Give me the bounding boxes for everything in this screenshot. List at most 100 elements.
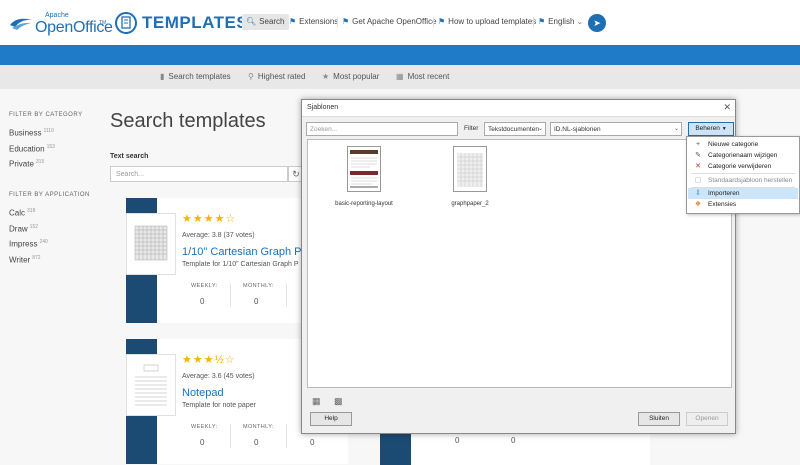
- filter-application-heading: FILTER BY APPLICATION: [9, 191, 90, 198]
- menu-item-delete-category[interactable]: ✕ Categorie verwijderen: [688, 161, 798, 172]
- logo-tm: TM: [99, 20, 107, 26]
- filter-app-draw[interactable]: Draw 152: [9, 224, 99, 234]
- puzzle-icon: ⚑: [289, 17, 297, 26]
- templates-logo-icon: [115, 12, 137, 34]
- filter-app-impress[interactable]: Impress 240: [9, 239, 99, 249]
- template-tile-basic-reporting-layout[interactable]: basic-reporting-layout: [329, 146, 399, 207]
- weekly-label: WEEKLY:: [191, 424, 218, 430]
- nav-divider: [433, 17, 434, 27]
- manage-button[interactable]: Beheren ▼: [688, 122, 734, 136]
- monthly-value: 0: [254, 297, 259, 306]
- filter-sidebar: FILTER BY CATEGORY Business 1110 Educatio…: [9, 112, 99, 271]
- subnav-most-popular[interactable]: ★ Most popular: [322, 72, 379, 81]
- flag-icon: ⚑: [538, 17, 546, 26]
- reset-icon: ▢: [694, 177, 702, 184]
- monthly-label: MONTHLY:: [243, 424, 274, 430]
- menu-item-reset-default[interactable]: ▢ Standaardsjabloon herstellen: [688, 175, 798, 186]
- extensions-icon: ❖: [694, 201, 702, 208]
- rating-average: Average: 3.6 (45 votes): [182, 373, 255, 380]
- dialog-titlebar: Sjablonen ✕: [302, 100, 735, 117]
- stat-divider: [286, 424, 287, 448]
- stat-divider: [230, 424, 231, 448]
- import-icon: ⇩: [695, 190, 701, 197]
- login-icon[interactable]: ➤: [588, 14, 606, 32]
- menu-item-extensions[interactable]: ❖ Extensies: [688, 199, 798, 210]
- monthly-value: 0: [254, 438, 259, 447]
- page-title: Search templates: [110, 110, 266, 132]
- subnav-highest-rated[interactable]: ⚲ Highest rated: [248, 72, 305, 81]
- filter-select[interactable]: Tekstdocumenten ⌄: [484, 122, 546, 136]
- filter-category-education[interactable]: Education 153: [9, 144, 99, 154]
- logo-apache-text: Apache: [45, 12, 69, 19]
- template-tile-graphpaper[interactable]: graphpaper_2: [435, 146, 505, 207]
- stat-value: 0: [310, 438, 315, 447]
- plus-icon: +: [695, 141, 701, 148]
- monthly-label: MONTHLY:: [243, 283, 274, 289]
- delete-icon: ✕: [695, 163, 701, 170]
- filter-label: Filter: [464, 125, 479, 132]
- template-description: Template for 1/10" Cartesian Graph P: [182, 261, 299, 268]
- puzzle-icon: ⚑: [438, 17, 446, 26]
- site-title[interactable]: TEMPLATES: [142, 13, 248, 33]
- weekly-value: 0: [200, 438, 205, 447]
- filter-category-private[interactable]: Private 315: [9, 159, 99, 169]
- document-icon: ▮: [160, 72, 165, 81]
- stat-value: 0: [511, 436, 516, 445]
- thumbnail-view-icon[interactable]: ▦: [312, 396, 321, 407]
- nav-divider: [337, 17, 338, 27]
- search-input[interactable]: Search...: [110, 166, 288, 182]
- nav-divider: [533, 17, 534, 27]
- menu-item-new-category[interactable]: + Nieuwe categorie: [688, 139, 798, 150]
- template-list[interactable]: basic-reporting-layout graphpaper_2: [307, 139, 732, 388]
- nav-search[interactable]: 🔍︎ Search: [242, 14, 289, 30]
- dialog-title: Sjablonen: [307, 104, 339, 111]
- menu-separator: [691, 173, 795, 174]
- chevron-down-icon: ⌄: [576, 17, 584, 26]
- text-search-label: Text search: [110, 153, 149, 160]
- chevron-down-icon: ⌄: [537, 126, 543, 132]
- filter-app-calc[interactable]: Calc 318: [9, 208, 99, 218]
- caret-down-icon: ▼: [721, 126, 727, 132]
- nav-extensions[interactable]: ⚑ Extensions: [289, 14, 338, 30]
- subnav-search-templates[interactable]: ▮ Search templates: [160, 72, 231, 81]
- template-name-link[interactable]: Notepad: [182, 387, 224, 399]
- rating-average: Average: 3.8 (37 votes): [182, 232, 255, 239]
- nav-divider: [284, 17, 285, 27]
- top-bar: Apache OpenOffice TM TEMPLATES 🔍︎ Search …: [0, 0, 800, 45]
- template-preview: [453, 146, 487, 192]
- template-thumbnail[interactable]: [126, 354, 176, 416]
- menu-item-import[interactable]: ⇩ Importeren: [688, 188, 798, 199]
- weekly-value: 0: [200, 297, 205, 306]
- sub-navigation: ▮ Search templates ⚲ Highest rated ★ Most p…: [0, 65, 800, 89]
- list-view-icon[interactable]: ▩: [334, 396, 343, 407]
- template-tile-label: graphpaper_2: [451, 201, 489, 207]
- star-icon: ★: [322, 72, 330, 81]
- manage-menu: + Nieuwe categorie ✎ Categorienaam wijzige…: [686, 136, 800, 214]
- template-thumbnail[interactable]: [126, 213, 176, 275]
- help-button[interactable]: Help: [310, 412, 352, 426]
- category-select[interactable]: ID.NL-sjablonen ⌄: [550, 122, 682, 136]
- nav-language-select[interactable]: ⚑ English ⌄: [538, 14, 583, 30]
- close-button[interactable]: Sluiten: [638, 412, 680, 426]
- weekly-label: WEEKLY:: [191, 283, 218, 289]
- nav-how-to-upload[interactable]: ⚑ How to upload templates: [438, 14, 536, 30]
- openoffice-logo[interactable]: Apache OpenOffice TM: [9, 9, 113, 37]
- template-search-input[interactable]: Zoeken...: [306, 122, 458, 136]
- subnav-most-recent[interactable]: ▦ Most recent: [396, 72, 449, 81]
- close-icon[interactable]: ✕: [723, 102, 731, 113]
- openoffice-gull-icon: [10, 18, 32, 30]
- templates-dialog: Sjablonen ✕ Zoeken... Filter Tekstdocume…: [301, 99, 736, 434]
- nav-get-openoffice[interactable]: ⚑ Get Apache OpenOffice: [342, 14, 437, 30]
- filter-app-writer[interactable]: Writer 872: [9, 255, 99, 265]
- open-button[interactable]: Openen: [686, 412, 728, 426]
- rating-stars: ★★★½☆: [182, 354, 236, 366]
- template-tile-label: basic-reporting-layout: [335, 201, 393, 207]
- stat-value: 0: [455, 436, 460, 445]
- template-name-link[interactable]: 1/10" Cartesian Graph P: [182, 246, 301, 258]
- search-icon: 🔍︎: [246, 17, 257, 26]
- trophy-icon: ⚲: [248, 72, 254, 81]
- template-preview: [347, 146, 381, 192]
- stat-divider: [230, 283, 231, 307]
- menu-item-rename-category[interactable]: ✎ Categorienaam wijzigen: [688, 150, 798, 161]
- filter-category-business[interactable]: Business 1110: [9, 128, 99, 138]
